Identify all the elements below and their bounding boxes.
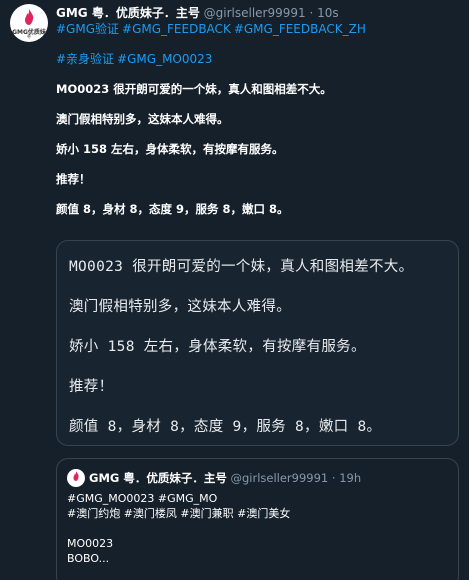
author-handle[interactable]: @girlseller99991 — [204, 6, 306, 20]
separator-dot: · — [309, 6, 314, 20]
quoted-text-line: MO0023 — [67, 537, 114, 550]
image-text-line: 颜值 8，身材 8，态度 9，服务 8，嫩口 8。 — [69, 419, 382, 435]
separator-dot: · — [331, 471, 336, 485]
quoted-tweet[interactable]: GMG 粤．优质妹子．主号 @girlseller99991 · 19h #GM… — [56, 458, 459, 580]
hashtag-link[interactable]: #GMG_FEEDBACK — [122, 22, 231, 36]
image-text-line: 娇小 158 左右，身体柔软，有按摩有服务。 — [69, 339, 366, 355]
image-text-line: MO0023 很开朗可爱的一个妹，真人和图相差不大。 — [69, 259, 414, 275]
quoted-tweet-body: #GMG_MO0023 #GMG_MO #澳门约炮 #澳门楼凤 #澳门兼职 #澳… — [67, 491, 452, 566]
quoted-author-avatar — [67, 469, 85, 487]
image-text-line: 推荐！ — [69, 379, 114, 395]
hashtag-link[interactable]: #GMG_FEEDBACK_ZH — [234, 22, 366, 36]
tweet-paragraph: 娇小 158 左右，身体柔软，有按摩有服务。 — [56, 142, 284, 156]
quoted-author-handle: @girlseller99991 — [230, 471, 329, 485]
author-avatar[interactable]: GMG优质妹 粤 — [10, 4, 48, 42]
tweet-header: GMG 粤．优质妹子．主号 @girlseller99991 · 10s — [56, 5, 461, 21]
quoted-text-line: #澳门约炮 #澳门楼凤 #澳门兼职 #澳门美女 — [67, 507, 291, 520]
avatar-logo-sub: 粤 — [27, 34, 31, 39]
attached-image[interactable]: MO0023 很开朗可爱的一个妹，真人和图相差不大。 澳门假相特别多，这妹本人难… — [56, 240, 459, 446]
image-text-line: 澳门假相特别多，这妹本人难得。 — [69, 299, 291, 315]
quoted-text-line: #GMG_MO0023 #GMG_MO — [67, 492, 218, 505]
tweet-paragraph: MO0023 很开朗可爱的一个妹，真人和图相差不大。 — [56, 82, 332, 96]
tweet-paragraph: 推荐！ — [56, 172, 91, 186]
tweet-timestamp[interactable]: 10s — [317, 6, 339, 20]
quoted-tweet-timestamp: 19h — [339, 471, 362, 485]
hashtag-row-1: #GMG验证 #GMG_FEEDBACK #GMG_FEEDBACK_ZH — [56, 21, 461, 37]
tweet[interactable]: GMG优质妹 粤 GMG 粤．优质妹子．主号 @girlseller99991 … — [0, 0, 469, 580]
hashtag-link[interactable]: #GMG_MO0023 — [117, 52, 212, 66]
quoted-text-line: BOBO... — [67, 552, 110, 565]
hashtag-link[interactable]: #GMG验证 — [56, 22, 119, 36]
flame-logo-icon — [25, 9, 34, 25]
quoted-author-name: GMG 粤．优质妹子．主号 — [89, 471, 227, 485]
tweet-content: GMG 粤．优质妹子．主号 @girlseller99991 · 10s #GM… — [56, 5, 461, 217]
flame-logo-icon — [73, 471, 79, 481]
tweet-paragraph: 颜值 8，身材 8，态度 9，服务 8，嫩口 8。 — [56, 202, 289, 216]
quoted-tweet-header: GMG 粤．优质妹子．主号 @girlseller99991 · 19h — [89, 470, 361, 486]
tweet-paragraph: 澳门假相特别多，这妹本人难得。 — [56, 112, 229, 126]
hashtag-row-2: #亲身验证 #GMG_MO0023 — [56, 51, 461, 67]
hashtag-link[interactable]: #亲身验证 — [56, 52, 114, 66]
author-name[interactable]: GMG 粤．优质妹子．主号 — [56, 6, 200, 20]
